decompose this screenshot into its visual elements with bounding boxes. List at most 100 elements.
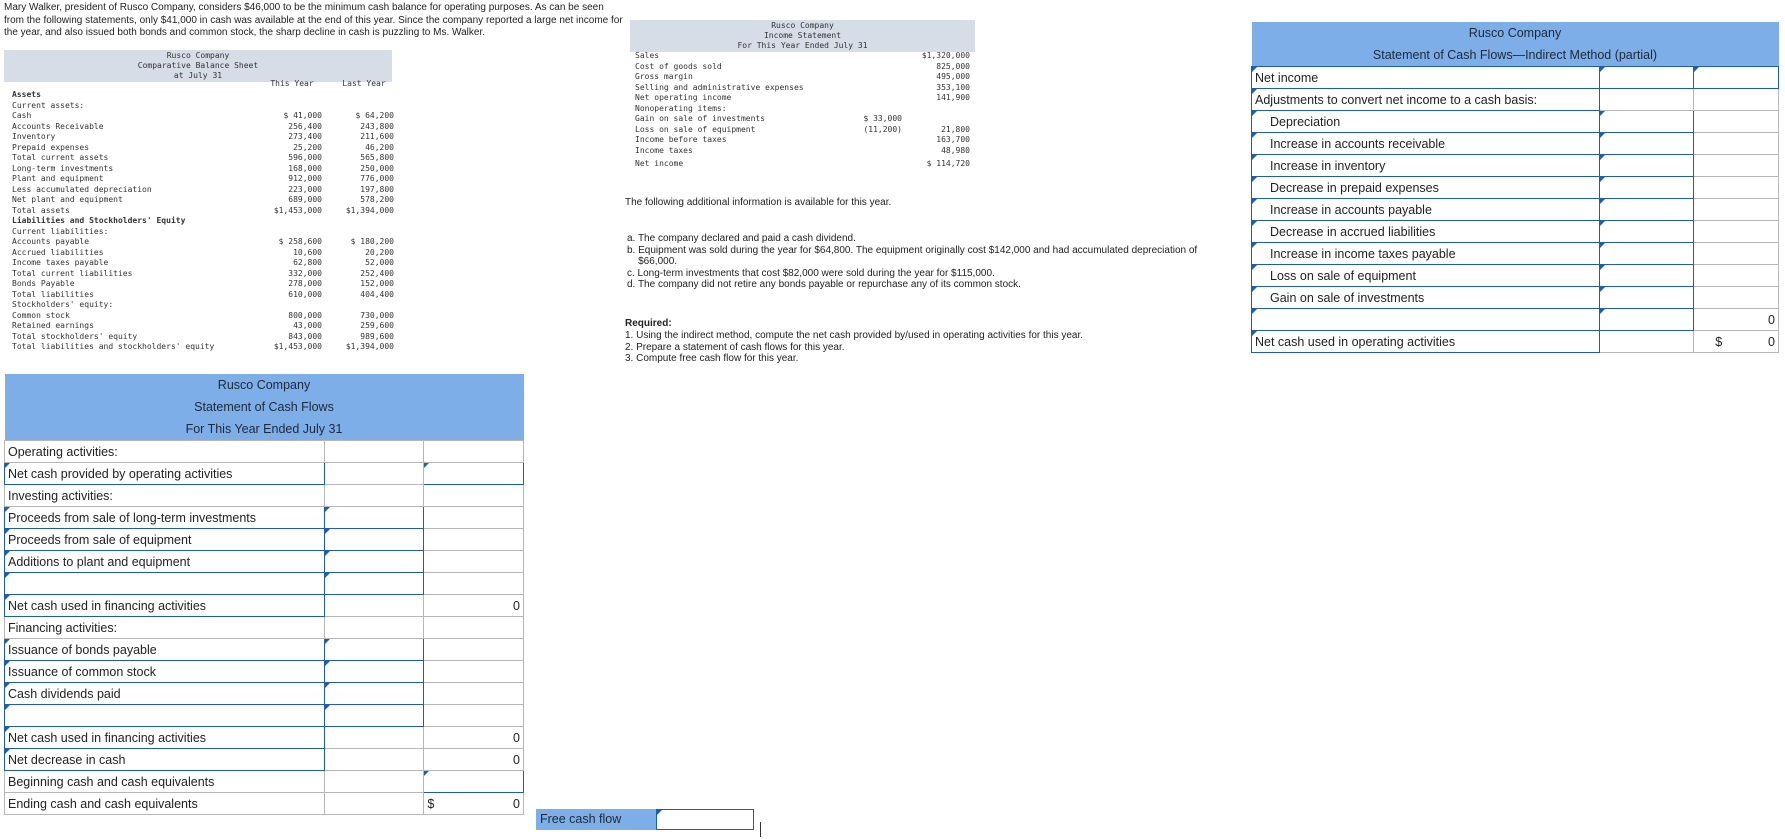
ind-adjustment-label[interactable]: Increase in accounts payable (1251, 198, 1600, 221)
bs-row-label: Inventory (12, 132, 56, 141)
cf-issuance-stock-label[interactable]: Issuance of common stock (4, 660, 325, 683)
bs-row-label: Accounts Receivable (12, 121, 104, 131)
cf-net-operating-label[interactable]: Net cash provided by operating activitie… (4, 462, 325, 485)
is-total-value: 495,000 (936, 72, 970, 81)
ind-adjustment-input[interactable] (1598, 286, 1695, 309)
bs-this-year-value: 10,600 (293, 247, 322, 257)
text-cursor (760, 822, 761, 837)
income-statement-subtitle: Income Statement (763, 31, 842, 40)
cf-proceeds-equipment-label[interactable]: Proceeds from sale of equipment (4, 528, 325, 551)
bs-this-year-value: 843,000 (288, 331, 322, 341)
bs-row-label: Current liabilities: (12, 226, 109, 236)
bs-row-label: Accrued liabilities (12, 247, 104, 257)
ind-adjustment-row: Increase in inventory (1251, 154, 1779, 177)
ind-adjustment-input[interactable] (1598, 132, 1695, 155)
ind-adjustment-label[interactable]: Decrease in prepaid expenses (1251, 176, 1600, 199)
ind-adjustment-label[interactable]: Loss on sale of equipment (1251, 264, 1600, 287)
required-item: 1. Using the indirect method, compute th… (625, 330, 1084, 341)
ind-adjustment-row: Decrease in prepaid expenses (1251, 176, 1779, 199)
required-list: 1. Using the indirect method, compute th… (625, 330, 1247, 365)
ind-adjustment-label[interactable]: Increase in income taxes payable (1251, 242, 1600, 265)
ind-adjustment-row: Increase in accounts payable (1251, 198, 1779, 221)
ind-adjustment-label[interactable]: Gain on sale of investments (1251, 286, 1600, 309)
cf-blank (423, 638, 524, 661)
ind-adjustment-input[interactable] (1598, 242, 1695, 265)
ind-net-operating-label[interactable]: Net cash used in operating activities (1251, 330, 1600, 353)
cf-net-decrease-label[interactable]: Net decrease in cash (4, 748, 325, 771)
ind-adjustment-input[interactable] (1598, 198, 1695, 221)
bs-row-label: Less accumulated depreciation (12, 184, 152, 194)
ind-adjustment-label[interactable]: Increase in inventory (1251, 154, 1600, 177)
ind-net-income-label[interactable]: Net income (1251, 66, 1600, 89)
ind-adjustment-label[interactable]: Increase in accounts receivable (1251, 132, 1600, 155)
bs-this-year-value: $ 41,000 (283, 111, 322, 120)
cf-proceeds-equipment-input[interactable] (323, 528, 425, 551)
ind-blank-input[interactable] (1598, 308, 1695, 331)
required-heading: Required: (625, 318, 672, 329)
cf-dividends-label[interactable]: Cash dividends paid (4, 682, 325, 705)
ind-adjustments-label[interactable]: Adjustments to convert net income to a c… (1251, 88, 1600, 111)
ind-adjustment-input[interactable] (1598, 176, 1695, 199)
ind-net-income-input-2[interactable] (1693, 66, 1779, 89)
is-row-label: Sales (635, 51, 660, 60)
cf-issuance-bonds-input[interactable] (323, 638, 425, 661)
bs-last-year-value: 252,400 (360, 268, 394, 278)
ind-adjustment-items: Depreciation Increase in accounts receiva… (1251, 110, 1779, 309)
ind-adjustment-input[interactable] (1598, 110, 1695, 133)
income-statement-period: For This Year Ended July 31 (737, 41, 868, 50)
ind-net-income-input-1[interactable] (1598, 66, 1695, 89)
income-statement: Rusco Company Income Statement For This … (630, 20, 975, 180)
ind-adjustment-input[interactable] (1598, 264, 1695, 287)
bs-last-year-value: 46,200 (365, 142, 394, 152)
bs-row-label: Assets (12, 90, 41, 99)
ind-adjustment-label[interactable]: Decrease in accrued liabilities (1251, 220, 1600, 243)
cf-issuance-bonds-label[interactable]: Issuance of bonds payable (4, 638, 325, 661)
cf-investing-blank-label[interactable] (4, 572, 325, 595)
cf-beginning-input[interactable] (423, 770, 524, 793)
ind-adjustment-label[interactable]: Depreciation (1251, 110, 1600, 133)
cf-blank (323, 462, 425, 485)
is-total-value: 163,700 (936, 135, 970, 144)
free-cash-flow-input[interactable] (656, 809, 754, 830)
bs-this-year-value: $1,453,000 (273, 205, 322, 215)
cf-issuance-stock-input[interactable] (323, 660, 425, 683)
ind-adjustment-row: Decrease in accrued liabilities (1251, 220, 1779, 243)
bs-last-year-value: 565,800 (360, 153, 394, 162)
is-item-value: (11,200) (863, 124, 902, 134)
cf-blank (423, 660, 524, 683)
cf-proceeds-investments-label[interactable]: Proceeds from sale of long-term investme… (4, 506, 325, 529)
additional-info-list: a. The company declared and paid a cash … (627, 233, 1249, 291)
cf-additions-plant-label[interactable]: Additions to plant and equipment (4, 550, 325, 573)
cf-proceeds-investments-input[interactable] (323, 506, 425, 529)
bs-this-year-value: 596,000 (288, 153, 322, 162)
ind-blank-label[interactable] (1251, 308, 1600, 331)
income-statement-title: Rusco Company (771, 21, 834, 30)
cf-blank (323, 770, 425, 793)
balance-sheet-subtitle: Comparative Balance Sheet (137, 61, 259, 70)
ind-adjustment-input[interactable] (1598, 220, 1695, 243)
ind-adjustment-input[interactable] (1598, 154, 1695, 177)
bs-this-year-value: 689,000 (288, 195, 322, 204)
bs-this-year-value: 610,000 (288, 289, 322, 299)
cf-blank (423, 616, 524, 639)
cf-net-investing-label[interactable]: Net cash used in financing activities (4, 594, 325, 617)
balance-sheet-title: Rusco Company (166, 51, 230, 60)
ind-blank (1598, 88, 1695, 111)
is-row-label: Net income (635, 159, 684, 168)
cf-net-operating-input[interactable] (423, 462, 524, 485)
income-statement-header: Rusco Company Income Statement For This … (630, 20, 975, 52)
cf-blank (423, 484, 524, 507)
cf-net-financing-label[interactable]: Net cash used in financing activities (4, 726, 325, 749)
cf-ending-cell: $ 0 (423, 792, 524, 815)
cf-additions-plant-input[interactable] (323, 550, 425, 573)
bs-row-label: Plant and equipment (12, 174, 104, 183)
cf-investing-blank-input[interactable] (323, 572, 425, 595)
cf-financing-blank-label[interactable] (4, 704, 325, 727)
is-row-label: Nonoperating items: (635, 103, 727, 113)
bs-row-label: Income taxes payable (12, 258, 109, 267)
cf-dividends-input[interactable] (323, 682, 425, 705)
is-total-value: 21,800 (941, 124, 970, 134)
cf-net-financing-value: 0 (423, 726, 524, 749)
cf-financing-blank-input[interactable] (323, 704, 425, 727)
cf-period: For This Year Ended July 31 (4, 418, 524, 441)
